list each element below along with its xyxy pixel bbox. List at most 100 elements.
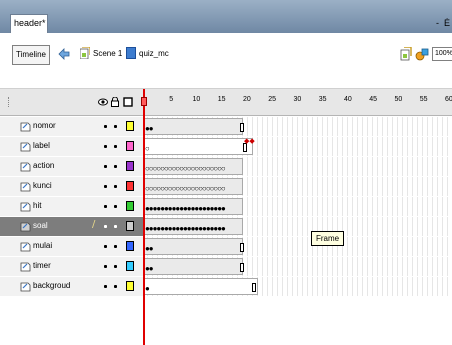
visibility-dot[interactable] (104, 205, 107, 208)
frame-span[interactable]: ●● (143, 258, 244, 275)
lock-dot[interactable] (114, 225, 117, 228)
lock-dot[interactable] (114, 285, 117, 288)
layer-header[interactable]: backgroud (0, 277, 143, 296)
keyframe-markers[interactable]: ●● (145, 125, 154, 134)
layer-row-timer[interactable]: timer ●● (0, 257, 452, 276)
visibility-dot[interactable] (104, 185, 107, 188)
layer-name[interactable]: kunci (33, 181, 52, 190)
edit-scene-icon[interactable] (400, 47, 412, 61)
layer-header[interactable]: nomor (0, 117, 143, 136)
layer-frames[interactable]: ● (143, 277, 452, 296)
keyframe-markers[interactable]: ●● (145, 245, 154, 254)
keyframe-markers[interactable]: ●● (145, 265, 154, 274)
visibility-dot[interactable] (104, 125, 107, 128)
layer-outline-color[interactable] (126, 261, 134, 271)
frame-span[interactable]: ○○○○○○○○○○○○○○○○○○○○○ (143, 158, 243, 175)
playhead-handle[interactable] (141, 97, 147, 106)
layer-frames[interactable]: ●● (143, 117, 452, 136)
lock-dot[interactable] (114, 165, 117, 168)
frame-span[interactable]: ●● (143, 238, 244, 255)
layer-name[interactable]: nomor (33, 121, 56, 130)
scene-label[interactable]: Scene 1 (93, 49, 122, 58)
keyframe-markers[interactable]: ● (145, 285, 150, 294)
frame-span[interactable]: ●● (143, 118, 244, 135)
layer-frames[interactable]: ○○○○○○○○○○○○○○○○○○○○○ (143, 177, 452, 196)
end-frame-marker[interactable] (240, 123, 244, 132)
end-frame-marker[interactable] (252, 283, 256, 292)
layer-row-backgroud[interactable]: backgroud ● (0, 277, 452, 296)
frame-span[interactable]: ●●●●●●●●●●●●●●●●●●●●● (143, 198, 243, 215)
layer-header[interactable]: timer (0, 257, 143, 276)
layer-frames[interactable]: ○ ◆◆ (143, 137, 452, 156)
layer-row-soal[interactable]: soal / ●●●●●●●●●●●●●●●●●●●●● (0, 217, 452, 236)
layer-name[interactable]: backgroud (33, 281, 70, 290)
lock-dot[interactable] (114, 145, 117, 148)
movieclip-label[interactable]: quiz_mc (139, 49, 169, 58)
timeline-button[interactable]: Timeline (12, 45, 50, 65)
edit-symbols-icon[interactable] (415, 47, 429, 61)
layer-row-label[interactable]: label ○ ◆◆ (0, 137, 452, 156)
layer-frames[interactable]: ●● (143, 237, 452, 256)
document-tab[interactable]: header* (10, 14, 48, 33)
layer-outline-color[interactable] (126, 241, 134, 251)
layer-name[interactable]: label (33, 141, 50, 150)
end-frame-marker[interactable] (240, 243, 244, 252)
visibility-dot[interactable] (104, 285, 107, 288)
layer-header[interactable]: mulai (0, 237, 143, 256)
layer-outline-color[interactable] (126, 161, 134, 171)
layer-row-nomor[interactable]: nomor ●● (0, 117, 452, 136)
keyframe-markers[interactable]: ●●●●●●●●●●●●●●●●●●●●● (145, 225, 226, 234)
outline-icon[interactable] (123, 97, 133, 107)
visibility-dot[interactable] (104, 225, 107, 228)
lock-dot[interactable] (114, 125, 117, 128)
layer-frames[interactable]: ●● (143, 257, 452, 276)
layer-header[interactable]: kunci (0, 177, 143, 196)
window-controls[interactable]: - Ė (436, 18, 450, 28)
layer-outline-color[interactable] (126, 201, 134, 211)
layer-outline-color[interactable] (126, 181, 134, 191)
layer-row-hit[interactable]: hit ●●●●●●●●●●●●●●●●●●●●● (0, 197, 452, 216)
zoom-select[interactable]: 100% (432, 47, 452, 61)
visibility-dot[interactable] (104, 265, 107, 268)
layer-name[interactable]: soal (33, 221, 48, 230)
layer-outline-color[interactable] (126, 121, 134, 131)
layer-name[interactable]: timer (33, 261, 51, 270)
frame-ruler[interactable]: 5 10 15 20 25 30 35 40 45 50 55 60 (143, 89, 452, 116)
frame-span[interactable]: ●●●●●●●●●●●●●●●●●●●●● (143, 218, 243, 235)
layer-row-kunci[interactable]: kunci ○○○○○○○○○○○○○○○○○○○○○ (0, 177, 452, 196)
lock-icon[interactable] (110, 97, 120, 107)
layer-header[interactable]: label (0, 137, 143, 156)
keyframe-markers[interactable]: ○○○○○○○○○○○○○○○○○○○○○ (145, 165, 226, 174)
layer-outline-color[interactable] (126, 141, 134, 151)
layer-outline-color[interactable] (126, 221, 134, 231)
lock-dot[interactable] (114, 185, 117, 188)
keyframe-markers[interactable]: ○ (145, 145, 150, 154)
eye-icon[interactable] (98, 97, 108, 107)
layer-frames[interactable]: ●●●●●●●●●●●●●●●●●●●●● (143, 217, 452, 236)
back-arrow-icon[interactable] (58, 48, 70, 60)
visibility-dot[interactable] (104, 145, 107, 148)
frame-span[interactable]: ○ ◆◆ (143, 137, 255, 155)
frame-span[interactable]: ● (143, 278, 258, 295)
layer-name[interactable]: action (33, 161, 54, 170)
playhead[interactable] (143, 89, 145, 345)
lock-dot[interactable] (114, 265, 117, 268)
lock-dot[interactable] (114, 245, 117, 248)
layer-frames[interactable]: ○○○○○○○○○○○○○○○○○○○○○ (143, 157, 452, 176)
frame-span[interactable]: ○○○○○○○○○○○○○○○○○○○○○ (143, 178, 243, 195)
end-frame-marker[interactable] (240, 263, 244, 272)
layer-name[interactable]: mulai (33, 241, 52, 250)
keyframe-markers[interactable]: ○○○○○○○○○○○○○○○○○○○○○ (145, 185, 226, 194)
layer-name[interactable]: hit (33, 201, 41, 210)
panel-grip[interactable] (8, 97, 10, 107)
layer-outline-color[interactable] (126, 281, 134, 291)
layer-row-action[interactable]: action ○○○○○○○○○○○○○○○○○○○○○ (0, 157, 452, 176)
visibility-dot[interactable] (104, 165, 107, 168)
layer-header[interactable]: action (0, 157, 143, 176)
layer-frames[interactable]: ●●●●●●●●●●●●●●●●●●●●● (143, 197, 452, 216)
lock-dot[interactable] (114, 205, 117, 208)
layer-header[interactable]: soal / (0, 217, 143, 236)
keyframe-markers[interactable]: ●●●●●●●●●●●●●●●●●●●●● (145, 205, 226, 214)
visibility-dot[interactable] (104, 245, 107, 248)
layer-header[interactable]: hit (0, 197, 143, 216)
